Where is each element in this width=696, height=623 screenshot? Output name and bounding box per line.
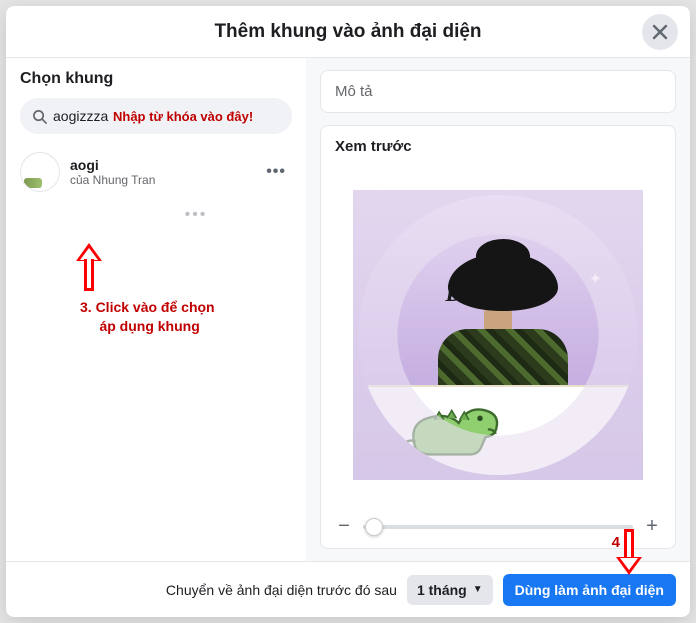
preview-panel: Mô tả Xem trước ✦ Dreamers ✦ [306, 58, 690, 561]
search-icon [32, 109, 47, 124]
sparkle-icon: ✦ [589, 269, 602, 289]
add-frame-modal: Thêm khung vào ảnh đại diện Chọn khung N… [6, 6, 690, 617]
frame-info: aogi của Nhung Tran [70, 157, 266, 187]
annotation-arrow-up-icon [76, 243, 102, 293]
preview-image[interactable]: ✦ Dreamers ✦ [353, 190, 643, 480]
frame-author: của Nhung Tran [70, 173, 266, 187]
close-icon [652, 24, 668, 40]
preview-heading: Xem trước [335, 138, 661, 155]
preview-stage: ✦ Dreamers ✦ [335, 165, 661, 505]
modal-header: Thêm khung vào ảnh đại diện [6, 6, 690, 58]
frame-thumbnail [20, 152, 60, 192]
annotation-step3: 3. Click vào để chọn áp dụng khung [80, 298, 215, 336]
frame-search[interactable]: Nhập từ khóa vào đây! [20, 98, 292, 134]
revert-label: Chuyển về ảnh đại diện trước đó sau [166, 582, 397, 598]
sparkle-icon: ✦ [380, 245, 388, 256]
duration-select[interactable]: 1 tháng ▼ [407, 575, 493, 605]
frame-picker-heading: Chọn khung [20, 70, 292, 88]
chevron-down-icon: ▼ [473, 584, 483, 595]
zoom-slider[interactable] [363, 525, 633, 529]
frame-result-item[interactable]: aogi của Nhung Tran ••• [20, 152, 292, 192]
loading-dots-icon: ••• [100, 206, 292, 224]
description-input[interactable]: Mô tả [320, 70, 676, 113]
frame-item-menu[interactable]: ••• [266, 163, 292, 181]
modal-body: Chọn khung Nhập từ khóa vào đây! aogi củ… [6, 58, 690, 561]
frame-name: aogi [70, 157, 266, 173]
modal-title: Thêm khung vào ảnh đại diện [214, 21, 481, 43]
annotation-keyword-hint: Nhập từ khóa vào đây! [113, 109, 253, 124]
frame-overlay-tag: ᴀᴏɢɪ [368, 456, 403, 472]
modal-footer: Chuyển về ảnh đại diện trước đó sau 1 th… [6, 561, 690, 617]
frame-overlay-footer: ᴀᴏɢɪ [358, 385, 638, 475]
preview-box: Xem trước ✦ Dreamers ✦ [320, 125, 676, 549]
zoom-in-button[interactable]: + [643, 515, 661, 538]
close-button[interactable] [642, 14, 678, 50]
dino-icon [392, 401, 502, 469]
frame-search-input[interactable] [53, 108, 109, 124]
annotation-arrow-down-icon [616, 529, 642, 561]
frame-picker-panel: Chọn khung Nhập từ khóa vào đây! aogi củ… [6, 58, 306, 561]
duration-selected-value: 1 tháng [417, 582, 467, 598]
zoom-slider-thumb[interactable] [365, 518, 383, 536]
use-as-profile-button[interactable]: Dùng làm ảnh đại diện [503, 574, 676, 606]
zoom-out-button[interactable]: − [335, 515, 353, 538]
